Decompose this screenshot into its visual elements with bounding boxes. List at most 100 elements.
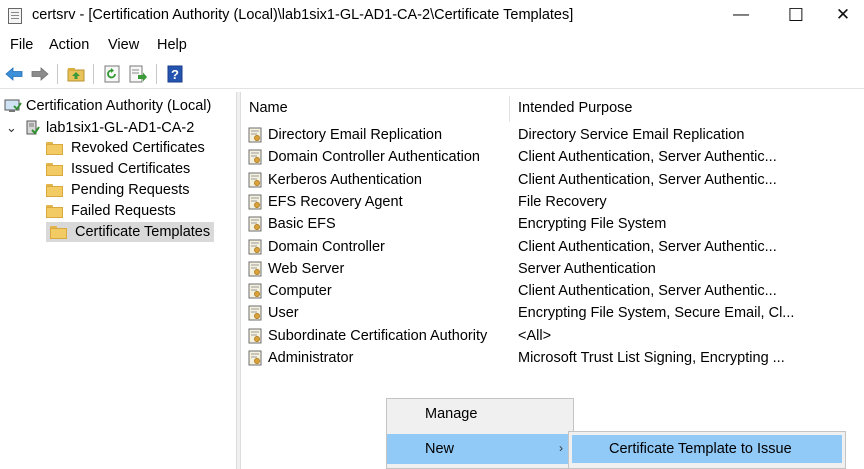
help-glyph: ? [171, 67, 179, 82]
up-folder-icon[interactable] [66, 65, 86, 83]
certificate-template-icon [248, 261, 263, 277]
refresh-icon[interactable] [102, 65, 122, 83]
template-name: Kerberos Authentication [268, 171, 422, 188]
table-row[interactable]: Kerberos Authentication Client Authentica… [241, 169, 864, 191]
tree-root-label: Certification Authority (Local) [26, 98, 212, 114]
certificate-template-icon [248, 194, 263, 210]
template-intended-purpose: Client Authentication, Server Authentic.… [518, 283, 777, 300]
template-intended-purpose: Encrypting File System [518, 216, 667, 233]
tree-item-failed-requests[interactable]: Failed Requests [46, 201, 176, 221]
template-intended-purpose: Microsoft Trust List Signing, Encrypting… [518, 350, 785, 366]
template-intended-purpose: Client Authentication, Server Authentic.… [518, 238, 777, 255]
template-name: Domain Controller Authentication [268, 149, 480, 166]
certificate-template-icon [248, 216, 263, 232]
ca-server-icon [24, 120, 40, 136]
certificate-template-icon [248, 127, 263, 143]
toolbar-separator [156, 64, 157, 84]
tree-item-label: Revoked Certificates [71, 140, 205, 156]
template-intended-purpose: Directory Service Email Replication [518, 127, 745, 143]
table-row[interactable]: Web Server Server Authentication [241, 258, 864, 280]
menu-bar: File Action View Help [0, 34, 864, 56]
template-name: Basic EFS [268, 216, 336, 233]
tree-item-label: Issued Certificates [71, 161, 191, 177]
template-name: Computer [268, 283, 332, 300]
table-row[interactable]: Subordinate Certification Authority <All> [241, 325, 864, 347]
certificate-template-icon [248, 239, 263, 255]
tree-item-issued-certificates[interactable]: Issued Certificates [46, 159, 190, 179]
forward-arrow-icon[interactable] [30, 65, 50, 83]
title-bar: certsrv - [Certification Authority (Loca… [0, 0, 864, 32]
certsrv-app-icon[interactable] [8, 8, 22, 24]
help-icon[interactable]: ? [165, 65, 185, 83]
table-row[interactable]: Domain Controller Authentication Client A… [241, 146, 864, 168]
folder-icon [50, 225, 67, 239]
certificate-template-icon [248, 305, 263, 321]
table-row[interactable]: Domain Controller Client Authentication, … [241, 236, 864, 258]
folder-icon [46, 183, 63, 197]
template-name: Web Server [268, 260, 345, 277]
menu-file[interactable]: File [10, 37, 33, 53]
template-name: Domain Controller [268, 238, 385, 255]
toolbar-separator [57, 64, 58, 84]
back-arrow-icon[interactable] [4, 65, 24, 83]
column-header-name[interactable]: Name [249, 100, 288, 116]
toolbar: ? [0, 60, 864, 89]
toolbar-separator [93, 64, 94, 84]
template-intended-purpose: Client Authentication, Server Authentic.… [518, 171, 777, 188]
certificate-template-icon [248, 149, 263, 165]
template-intended-purpose: Server Authentication [518, 260, 656, 277]
table-row[interactable]: Directory Email Replication Directory Ser… [241, 124, 864, 146]
window-title: certsrv - [Certification Authority (Loca… [32, 7, 574, 23]
template-intended-purpose: File Recovery [518, 193, 607, 210]
menu-help[interactable]: Help [157, 37, 187, 53]
tree-ca-node[interactable]: ⌄ lab1six1-GL-AD1-CA-2 [6, 118, 194, 138]
tree-item-label: Failed Requests [71, 203, 176, 219]
table-row[interactable]: Basic EFS Encrypting File System [241, 213, 864, 235]
tree-item-label: Certificate Templates [75, 224, 211, 240]
template-name: Subordinate Certification Authority [268, 327, 488, 344]
template-name: Administrator [268, 350, 354, 366]
close-button[interactable]: ✕ [820, 0, 864, 32]
submenu-arrow-icon: › [559, 441, 563, 455]
certificate-template-icon [248, 328, 263, 344]
menu-item-label: Manage [425, 406, 478, 422]
template-intended-purpose: Encrypting File System, Secure Email, Cl… [518, 305, 795, 322]
tree-item-revoked-certificates[interactable]: Revoked Certificates [46, 138, 205, 158]
certificate-template-icon [248, 350, 263, 366]
certificate-template-icon [248, 283, 263, 299]
menu-item-label: Certificate Template to Issue [609, 441, 792, 457]
menu-item-label: New [425, 441, 455, 457]
table-row[interactable]: EFS Recovery Agent File Recovery [241, 191, 864, 213]
table-row[interactable]: User Encrypting File System, Secure Email… [241, 302, 864, 324]
minimize-button[interactable]: — [718, 0, 764, 32]
menu-action[interactable]: Action [49, 37, 89, 53]
computer-icon [4, 98, 22, 114]
tree-ca-label: lab1six1-GL-AD1-CA-2 [46, 120, 195, 136]
column-divider[interactable] [509, 96, 510, 122]
menu-view[interactable]: View [108, 37, 139, 53]
template-intended-purpose: <All> [518, 327, 552, 344]
tree-item-pending-requests[interactable]: Pending Requests [46, 180, 190, 200]
context-menu-item-new[interactable]: New › [387, 434, 573, 464]
template-name: EFS Recovery Agent [268, 193, 403, 210]
template-name: Directory Email Replication [268, 127, 443, 143]
maximize-button[interactable]: ☐ [773, 0, 819, 32]
export-list-icon[interactable] [128, 65, 148, 83]
tree-item-certificate-templates[interactable]: Certificate Templates [46, 222, 215, 242]
folder-icon [46, 141, 63, 155]
table-row[interactable]: Administrator Microsoft Trust List Signin… [241, 347, 864, 369]
expand-chevron-icon[interactable]: ⌄ [6, 118, 20, 138]
submenu-item-certificate-template-to-issue[interactable]: Certificate Template to Issue [572, 435, 842, 463]
certificate-template-icon [248, 172, 263, 188]
table-row[interactable]: Computer Client Authentication, Server Au… [241, 280, 864, 302]
folder-icon [46, 162, 63, 176]
column-header-intended-purpose[interactable]: Intended Purpose [518, 100, 632, 116]
context-menu-item-manage[interactable]: Manage [387, 399, 573, 429]
folder-icon [46, 204, 63, 218]
context-menu: Manage New › [386, 398, 574, 469]
tree-root-node[interactable]: Certification Authority (Local) [4, 96, 211, 116]
tree-item-label: Pending Requests [71, 182, 190, 198]
template-intended-purpose: Client Authentication, Server Authentic.… [518, 149, 777, 166]
template-name: User [268, 305, 299, 322]
new-submenu: Certificate Template to Issue [568, 431, 846, 469]
